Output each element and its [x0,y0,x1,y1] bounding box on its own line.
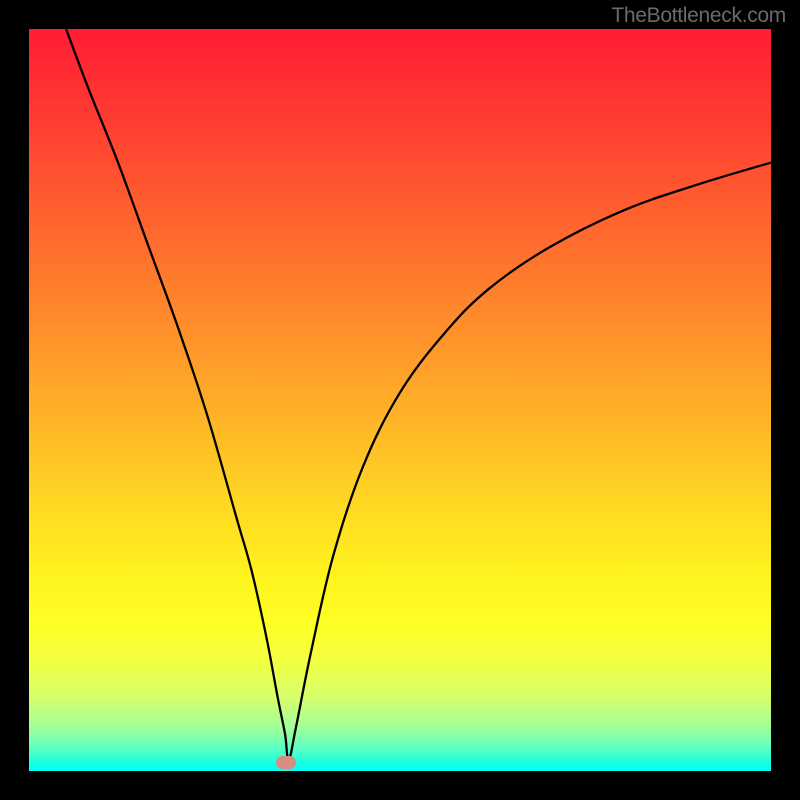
chart-curve [66,29,771,760]
watermark-text: TheBottleneck.com [611,4,786,28]
chart-plot-area [29,29,771,771]
chart-curve-svg [29,29,771,771]
chart-marker [276,756,296,769]
